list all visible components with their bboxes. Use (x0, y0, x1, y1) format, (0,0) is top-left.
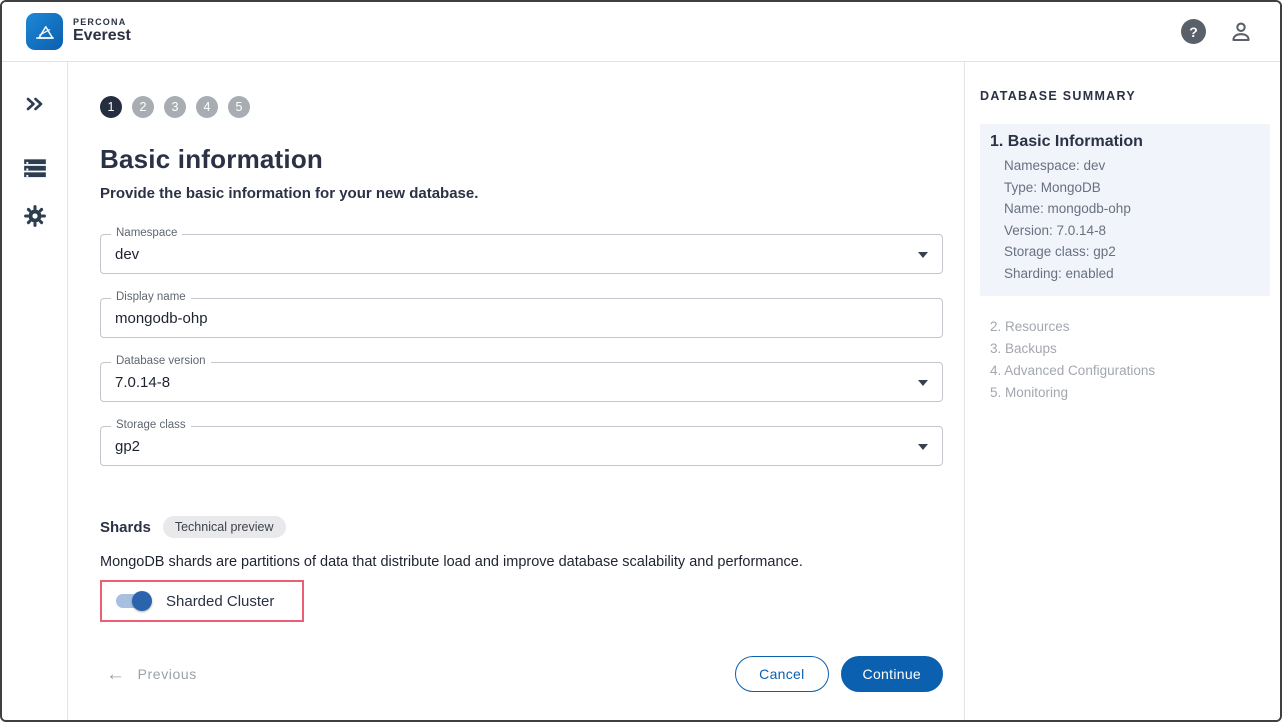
brand-logo[interactable]: PERCONA Everest (26, 13, 131, 50)
summary-item-storage-class: Storage class: gp2 (990, 241, 1262, 263)
toggle-thumb (132, 591, 152, 611)
summary-section-title: 1. Basic Information (990, 133, 1262, 151)
user-profile-icon[interactable] (1228, 19, 1254, 45)
summary-section-monitoring: 5. Monitoring (990, 382, 1268, 404)
everest-logo-icon (26, 13, 63, 50)
step-3[interactable]: 3 (164, 96, 186, 118)
database-version-label: Database version (111, 355, 211, 367)
summary-pending-sections: 2. Resources 3. Backups 4. Advanced Conf… (980, 316, 1268, 404)
summary-item-namespace: Namespace: dev (990, 155, 1262, 177)
help-glyph: ? (1189, 24, 1198, 40)
namespace-label: Namespace (111, 227, 182, 239)
top-bar: PERCONA Everest ? (2, 2, 1280, 62)
step-indicator: 1 2 3 4 5 (100, 96, 939, 118)
summary-item-version: Version: 7.0.14-8 (990, 220, 1262, 242)
wizard-footer: ← Previous Cancel Continue (100, 656, 943, 692)
shards-title: Shards (100, 519, 151, 536)
dropdown-caret-icon (918, 444, 928, 450)
wizard-main: 1 2 3 4 5 Basic information Provide the … (68, 62, 964, 720)
storage-class-select[interactable]: Storage class gp2 (100, 426, 943, 466)
dropdown-caret-icon (918, 380, 928, 386)
arrow-left-icon: ← (106, 665, 126, 684)
summary-basic-info-card: 1. Basic Information Namespace: dev Type… (980, 124, 1270, 296)
summary-section-advanced-configurations: 4. Advanced Configurations (990, 360, 1268, 382)
step-2[interactable]: 2 (132, 96, 154, 118)
settings-gear-icon[interactable] (15, 196, 55, 236)
shards-description: MongoDB shards are partitions of data th… (100, 554, 939, 570)
step-4[interactable]: 4 (196, 96, 218, 118)
summary-item-sharding: Sharding: enabled (990, 263, 1262, 285)
summary-item-type: Type: MongoDB (990, 177, 1262, 199)
summary-section-resources: 2. Resources (990, 316, 1268, 338)
summary-section-backups: 3. Backups (990, 338, 1268, 360)
sharded-cluster-label: Sharded Cluster (166, 593, 274, 610)
technical-preview-badge: Technical preview (163, 516, 286, 538)
help-icon[interactable]: ? (1181, 19, 1206, 44)
sharded-cluster-toggle[interactable] (114, 591, 152, 611)
previous-label: Previous (138, 666, 197, 682)
summary-title: DATABASE SUMMARY (980, 89, 1268, 103)
brand-name-everest: Everest (73, 28, 131, 45)
storage-class-label: Storage class (111, 419, 191, 431)
database-version-select[interactable]: Database version 7.0.14-8 (100, 362, 943, 402)
shards-section: Shards Technical preview MongoDB shards … (100, 516, 939, 622)
cancel-button[interactable]: Cancel (735, 656, 828, 692)
app-window: PERCONA Everest ? (0, 0, 1282, 722)
namespace-select[interactable]: Namespace dev (100, 234, 943, 274)
step-5[interactable]: 5 (228, 96, 250, 118)
continue-button[interactable]: Continue (841, 656, 943, 692)
storage-class-value: gp2 (101, 438, 140, 455)
display-name-field[interactable]: Display name (100, 298, 943, 338)
database-summary-panel: DATABASE SUMMARY 1. Basic Information Na… (964, 62, 1280, 720)
left-nav-rail (2, 62, 68, 720)
step-1[interactable]: 1 (100, 96, 122, 118)
page-subtitle: Provide the basic information for your n… (100, 185, 939, 202)
database-version-value: 7.0.14-8 (101, 374, 170, 391)
databases-icon[interactable] (15, 148, 55, 188)
previous-button[interactable]: ← Previous (100, 665, 197, 684)
expand-sidebar-icon[interactable] (15, 84, 55, 124)
annotation-highlight: Sharded Cluster (100, 580, 304, 622)
display-name-input[interactable] (101, 299, 942, 337)
page-title: Basic information (100, 144, 939, 175)
namespace-value: dev (101, 246, 139, 263)
dropdown-caret-icon (918, 252, 928, 258)
summary-item-name: Name: mongodb-ohp (990, 198, 1262, 220)
display-name-label: Display name (111, 291, 191, 303)
